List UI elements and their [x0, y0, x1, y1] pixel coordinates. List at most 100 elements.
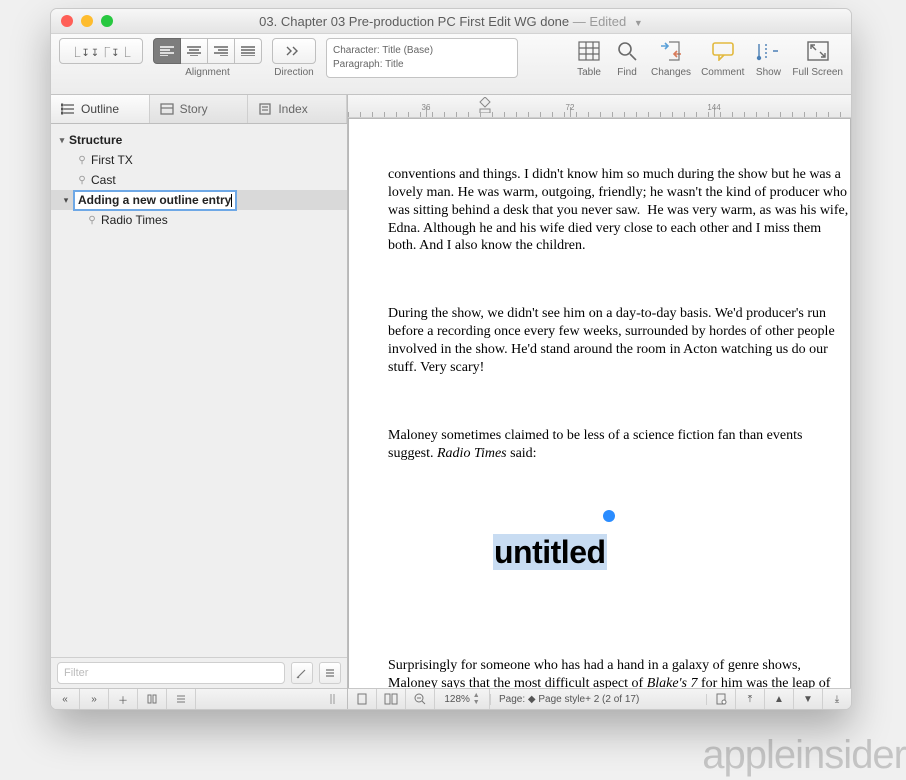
horizontal-ruler[interactable]: 3672144216	[348, 95, 851, 118]
direction-label: Direction	[274, 67, 313, 78]
direction-group: Direction	[272, 38, 316, 78]
collapse-down-button[interactable]: ⤓	[823, 689, 851, 709]
close-button[interactable]	[61, 15, 73, 27]
minimize-button[interactable]	[81, 15, 93, 27]
app-window: 03. Chapter 03 Pre-production PC First E…	[50, 8, 852, 710]
document-filename: 03. Chapter 03 Pre-production PC First E…	[259, 14, 569, 29]
paragraph: conventions and things. I didn't know hi…	[388, 166, 851, 256]
tab-story[interactable]: Story	[150, 95, 249, 123]
find-group: Find	[613, 38, 641, 78]
zoom-value[interactable]: 128% ▲▼	[435, 689, 490, 709]
align-justify-button[interactable]	[235, 38, 262, 64]
outline-tree[interactable]: ▾ Structure ⚲ First TX ⚲ Cast ▾ Add	[51, 124, 347, 657]
disclosure-triangle-icon[interactable]: ▾	[57, 135, 67, 146]
outline-item-label: Cast	[91, 173, 116, 187]
changes-button[interactable]	[657, 38, 685, 64]
tab-outline-label: Outline	[81, 102, 119, 116]
page-setup-button[interactable]	[707, 689, 736, 709]
changes-group: Changes	[651, 38, 691, 78]
view-single-button[interactable]	[348, 689, 377, 709]
list-view-button[interactable]	[319, 662, 341, 684]
stepper-icon[interactable]: ▲▼	[473, 692, 480, 706]
untitled-heading: untitled	[493, 534, 607, 570]
zoom-out-button[interactable]	[406, 689, 435, 709]
outline-edit-value: Adding a new outline entry	[78, 193, 231, 207]
outline-edit-field[interactable]: Adding a new outline entry	[73, 190, 237, 211]
alignment-label: Alignment	[185, 67, 229, 78]
edit-pencil-button[interactable]	[291, 662, 313, 684]
sidebar-footer: Filter	[51, 657, 347, 688]
tab-outline[interactable]: Outline	[51, 95, 150, 123]
outline-item-label: First TX	[91, 153, 133, 167]
style-selector[interactable]: Character: Title (Base) Paragraph: Title	[326, 38, 518, 78]
style-paragraph: Paragraph: Title	[333, 58, 511, 72]
comment-label: Comment	[701, 67, 744, 78]
column-button[interactable]	[138, 689, 167, 709]
align-right-button[interactable]	[208, 38, 235, 64]
align-left-button[interactable]	[153, 38, 181, 64]
table-button[interactable]	[575, 38, 603, 64]
watermark: appleinsider	[0, 733, 906, 778]
direction-button[interactable]	[272, 38, 316, 64]
outline-item[interactable]: ⚲ First TX	[51, 150, 347, 170]
page[interactable]: conventions and things. I didn't know hi…	[348, 118, 851, 688]
outline-root[interactable]: ▾ Structure	[51, 130, 347, 150]
changes-label: Changes	[651, 67, 691, 78]
outline-item-label: Radio Times	[101, 213, 168, 227]
ruler-marker-icon[interactable]	[478, 97, 492, 113]
align-center-button[interactable]	[181, 38, 208, 64]
outline-item-editing[interactable]: ▾ Adding a new outline entry	[51, 190, 347, 210]
fullscreen-button[interactable]	[804, 38, 832, 64]
filter-placeholder: Filter	[64, 667, 88, 679]
document-state: — Edited	[573, 14, 626, 29]
toolbar: ⎿↧↧⎾↧⎿ Alignment Direc	[51, 34, 851, 95]
body: Outline Story Index ▾ Structure	[51, 95, 851, 709]
outline-root-label: Structure	[69, 133, 122, 147]
view-facing-button[interactable]	[377, 689, 406, 709]
story-icon	[160, 102, 174, 116]
tab-story-label: Story	[180, 102, 208, 116]
expand-down-button[interactable]: ▼	[794, 689, 823, 709]
window-title: 03. Chapter 03 Pre-production PC First E…	[51, 14, 851, 29]
find-label: Find	[617, 67, 636, 78]
find-button[interactable]	[613, 38, 641, 64]
titlebar: 03. Chapter 03 Pre-production PC First E…	[51, 9, 851, 34]
ruler-tick-label: 72	[566, 103, 575, 112]
text-caret	[231, 194, 232, 207]
fullscreen-label: Full Screen	[792, 67, 843, 78]
comment-group: Comment	[701, 38, 744, 78]
comment-button[interactable]	[709, 38, 737, 64]
index-icon	[258, 102, 272, 116]
style-group: Character: Title (Base) Paragraph: Title	[326, 38, 518, 78]
show-label: Show	[756, 67, 781, 78]
fullscreen-group: Full Screen	[792, 38, 843, 78]
page-status[interactable]: Page: ◆ Page style+ 2 (2 of 17)	[490, 694, 707, 705]
paragraph: Maloney sometimes claimed to be less of …	[388, 427, 851, 463]
pin-icon: ⚲	[77, 175, 87, 186]
rows-button[interactable]	[167, 689, 196, 709]
collapse-up-button[interactable]: ⤒	[736, 689, 765, 709]
outline-item[interactable]: ⚲ Radio Times	[51, 210, 347, 230]
table-label: Table	[577, 67, 601, 78]
tab-index[interactable]: Index	[248, 95, 347, 123]
nav-prev-button[interactable]: «	[51, 689, 80, 709]
nav-next-button[interactable]: »	[80, 689, 109, 709]
zoom-button[interactable]	[101, 15, 113, 27]
traffic-lights	[61, 15, 113, 27]
document-scroll[interactable]: conventions and things. I didn't know hi…	[348, 118, 851, 688]
selection-handle-icon[interactable]	[603, 510, 615, 522]
document-area: 3672144216 conventions and things. I did…	[348, 95, 851, 709]
title-menu-chevron-icon[interactable]: ▼	[634, 18, 643, 28]
outline-item[interactable]: ⚲ Cast	[51, 170, 347, 190]
selected-title[interactable]: untitled	[437, 514, 607, 609]
add-button[interactable]: ＋	[109, 689, 138, 709]
pin-icon: ⚲	[77, 155, 87, 166]
disclosure-triangle-icon[interactable]: ▾	[61, 195, 71, 206]
ruler-tick-label: 144	[707, 103, 720, 112]
sidebar-bottom-bar: « » ＋	[51, 688, 347, 709]
splitter-handle[interactable]	[319, 689, 347, 709]
filter-input[interactable]: Filter	[57, 662, 285, 684]
expand-up-button[interactable]: ▲	[765, 689, 794, 709]
tab-stops-button[interactable]: ⎿↧↧⎾↧⎿	[59, 38, 143, 64]
show-button[interactable]	[754, 38, 782, 64]
